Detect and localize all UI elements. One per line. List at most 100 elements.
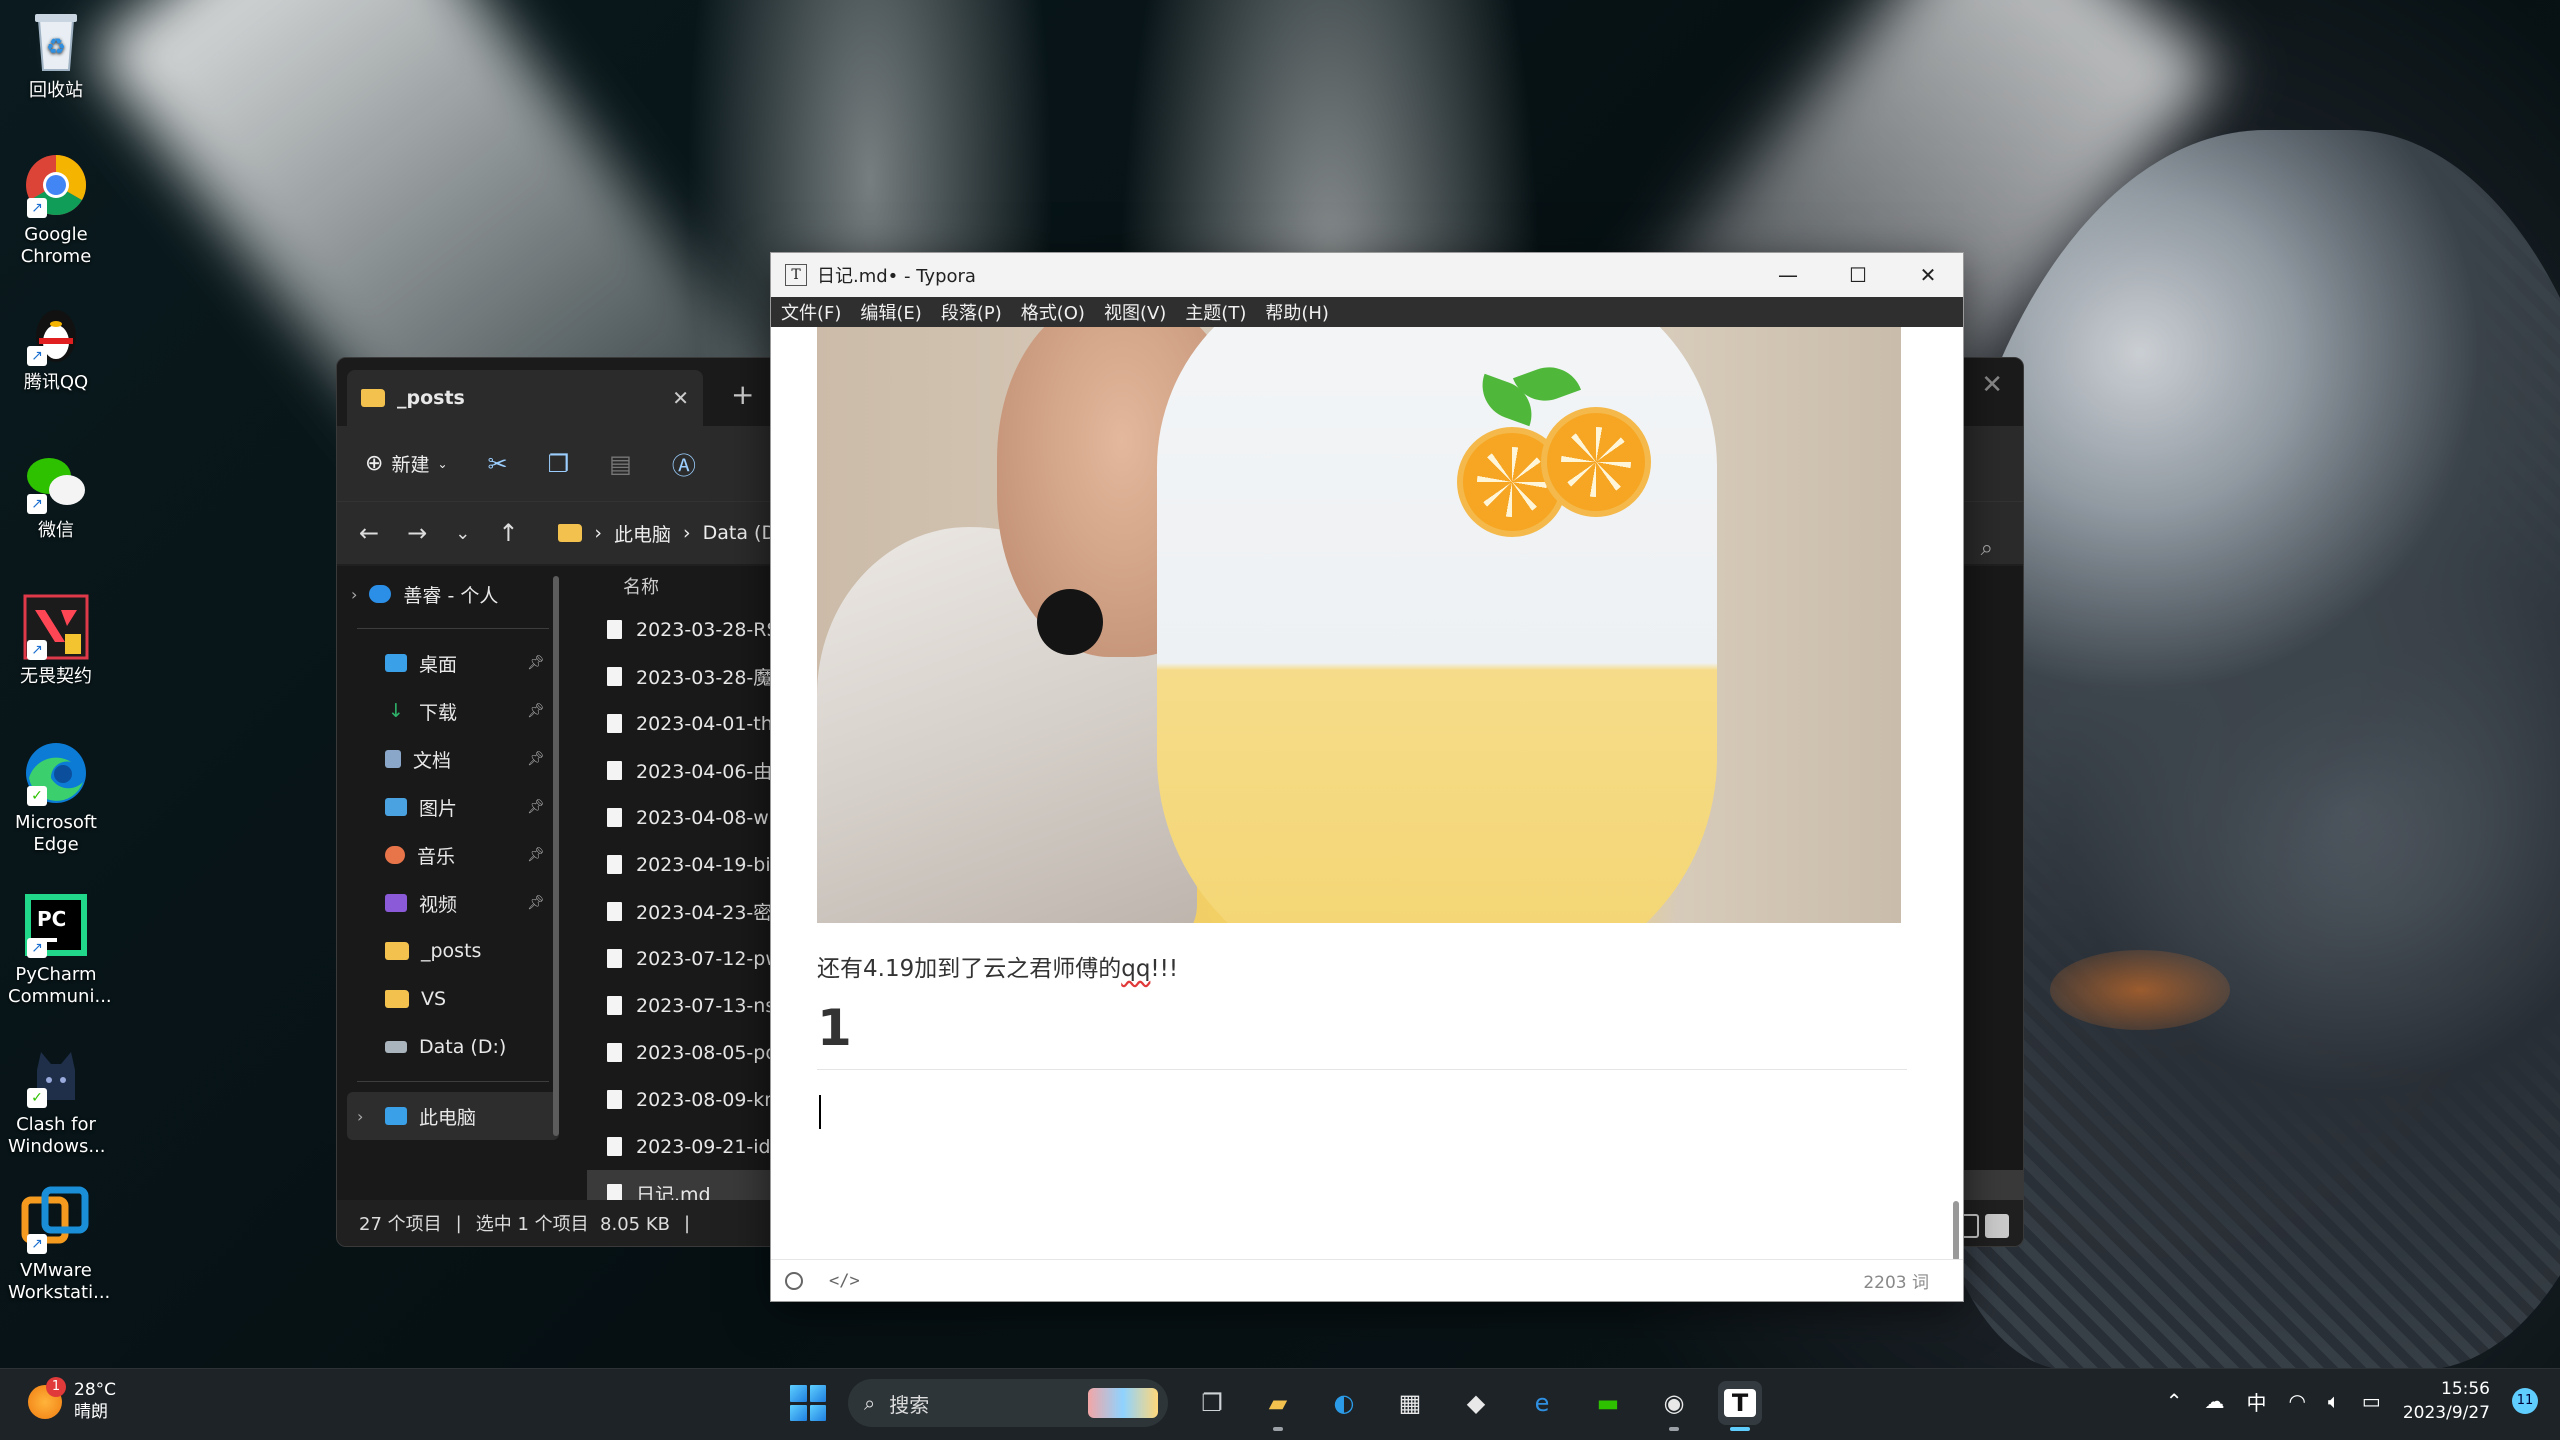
menu-view[interactable]: 视图(V) (1104, 299, 1166, 325)
nav-item-vs-folder[interactable]: VS (337, 975, 569, 1023)
nav-item-downloads[interactable]: ↓ 下载 📌︎ (337, 687, 569, 735)
weather-widget[interactable]: 1 28°C 晴朗 (28, 1377, 117, 1423)
file-explorer-taskbar-button[interactable]: ▰ (1256, 1381, 1300, 1431)
weather-temp: 28°C (74, 1380, 117, 1400)
desktop-icon-wechat[interactable]: ↗ 微信 (8, 446, 104, 542)
desktop-icon-edge[interactable]: ✓ Microsoft Edge (8, 738, 104, 856)
close-icon[interactable]: ✕ (1893, 253, 1963, 297)
file-name: 2023-08-05-po (636, 1041, 777, 1064)
nav-scrollbar[interactable] (553, 576, 559, 1136)
breadcrumb[interactable]: › 此电脑 › Data (D:) (558, 520, 790, 547)
nav-item-this-pc[interactable]: › 此电脑 (347, 1092, 559, 1140)
menu-help[interactable]: 帮助(H) (1265, 299, 1329, 325)
desktop-icon-valorant[interactable]: ↗ 无畏契约 (8, 592, 104, 688)
cut-icon[interactable]: ✂ (488, 450, 508, 478)
nav-item-posts-folder[interactable]: _posts (337, 927, 569, 975)
desktop-icon-recycle-bin[interactable]: ♻ 回收站 (8, 6, 104, 102)
rename-icon[interactable]: Ⓐ (672, 446, 696, 481)
pictures-icon (385, 798, 407, 816)
breadcrumb-separator-icon: › (683, 522, 691, 544)
nav-item-label: 此电脑 (419, 1106, 477, 1129)
pin-icon[interactable]: 📌︎ (527, 655, 545, 671)
heading-1[interactable]: 1 (817, 999, 1907, 1070)
up-arrow-icon[interactable]: ↑ (498, 519, 518, 547)
desktop-icon-vmware[interactable]: ↗ VMware Workstati... (8, 1186, 110, 1304)
edge-taskbar-button[interactable]: ◐ (1322, 1381, 1366, 1425)
markdown-file-icon (607, 808, 622, 827)
desktop-icon-chrome[interactable]: ↗ Google Chrome (8, 150, 104, 268)
clock[interactable]: 15:56 2023/9/27 (2403, 1377, 2490, 1425)
source-code-icon[interactable]: </> (829, 1271, 860, 1291)
desktop-icon-qq[interactable]: ↗ 腾讯QQ (8, 298, 104, 394)
nav-item-drive-d[interactable]: Data (D:) (337, 1023, 569, 1071)
typora-taskbar-button[interactable]: T (1718, 1381, 1762, 1431)
nav-item-documents[interactable]: 文档 📌︎ (337, 735, 569, 783)
explorer-tab[interactable]: _posts ✕ (347, 370, 703, 426)
paragraph-text: !!! (1150, 956, 1179, 982)
unity-taskbar-button[interactable]: ◆ (1454, 1381, 1498, 1425)
battery-icon[interactable]: ▭ (2362, 1389, 2381, 1413)
outline-toggle-icon[interactable] (785, 1271, 803, 1290)
onedrive-icon[interactable]: ☁ (2204, 1389, 2224, 1413)
search-icon[interactable]: ⌕ (1981, 536, 1993, 561)
nav-item-onedrive[interactable]: › 善睿 - 个人 (337, 570, 569, 618)
nav-item-videos[interactable]: 视频 📌︎ (337, 879, 569, 927)
paste-icon[interactable]: ▤ (609, 450, 632, 478)
divider (357, 628, 549, 629)
nav-item-label: 善睿 - 个人 (403, 584, 499, 607)
close-tab-icon[interactable]: ✕ (672, 386, 689, 410)
clock-date: 2023/9/27 (2402, 1403, 2490, 1423)
cloud-icon (369, 585, 392, 603)
nav-item-desktop[interactable]: 桌面 📌︎ (337, 639, 569, 687)
valorant-icon: ↗ (21, 592, 91, 662)
nav-item-pictures[interactable]: 图片 📌︎ (337, 783, 569, 831)
taskbar-search[interactable]: ⌕ 搜索 (848, 1379, 1168, 1427)
chevron-down-icon[interactable]: ⌄ (455, 523, 470, 544)
maximize-icon[interactable]: ☐ (1823, 253, 1893, 297)
ie-taskbar-button[interactable]: e (1520, 1381, 1564, 1425)
menu-file[interactable]: 文件(F) (781, 299, 841, 325)
task-view-taskbar-button[interactable]: ❐ (1190, 1381, 1234, 1425)
volume-icon[interactable]: 🔈︎ (2328, 1389, 2340, 1413)
back-arrow-icon[interactable]: ← (359, 519, 379, 547)
unity-icon: ◆ (1466, 1389, 1486, 1417)
wifi-icon[interactable]: ◠ (2288, 1389, 2305, 1413)
ime-indicator[interactable]: 中 (2246, 1387, 2266, 1416)
new-tab-icon[interactable]: + (731, 378, 754, 411)
notification-center-badge[interactable]: 11 (2512, 1388, 2538, 1414)
paragraph[interactable]: 还有4.19加到了云之君师傅的qq!!! (817, 949, 1178, 983)
window-controls: — ☐ ✕ (1753, 253, 1963, 297)
copy-icon[interactable]: ❐ (548, 450, 570, 478)
chevron-up-icon[interactable]: ⌃ (2166, 1389, 2183, 1413)
pin-icon[interactable]: 📌︎ (527, 895, 545, 911)
weather-condition: 晴朗 (74, 1402, 108, 1422)
window-close-icon[interactable]: ✕ (1981, 370, 2003, 400)
typora-editor[interactable]: 还有4.19加到了云之君师傅的qq!!! 1 (771, 327, 1963, 1259)
forward-arrow-icon[interactable]: → (407, 519, 427, 547)
pin-icon[interactable]: 📌︎ (527, 703, 545, 719)
word-count[interactable]: 2203 词 (1863, 1268, 1929, 1293)
pin-icon[interactable]: 📌︎ (527, 751, 545, 767)
breadcrumb-item[interactable]: 此电脑 (614, 520, 671, 547)
editor-scrollbar[interactable] (1953, 1201, 1959, 1261)
pin-icon[interactable]: 📌︎ (527, 799, 545, 815)
explorer-tab-title: _posts (397, 387, 465, 409)
menu-paragraph[interactable]: 段落(P) (941, 299, 1002, 325)
chrome-taskbar-button[interactable]: ◉ (1652, 1381, 1696, 1431)
tiles-view-icon[interactable] (1985, 1214, 2009, 1238)
start-button[interactable] (790, 1385, 826, 1421)
pin-icon[interactable]: 📌︎ (527, 847, 545, 863)
desktop-icon-pycharm[interactable]: PC ↗ PyCharm Communi... (8, 890, 112, 1008)
shortcut-arrow-icon: ↗ (27, 640, 47, 660)
menu-theme[interactable]: 主题(T) (1185, 299, 1246, 325)
new-item-button[interactable]: ⊕ 新建 ⌄ (365, 450, 448, 477)
menu-format[interactable]: 格式(O) (1021, 299, 1085, 325)
store-taskbar-button[interactable]: ▦ (1388, 1381, 1432, 1425)
breadcrumb-separator-icon: › (594, 522, 603, 544)
wechat-work-taskbar-button[interactable]: ▬ (1586, 1381, 1630, 1425)
desktop-icon-clash[interactable]: ✓ Clash for Windows... (8, 1040, 106, 1158)
menu-edit[interactable]: 编辑(E) (860, 299, 921, 325)
misspelled-word[interactable]: qq (1121, 956, 1150, 982)
minimize-icon[interactable]: — (1753, 253, 1823, 297)
nav-item-music[interactable]: 音乐 📌︎ (337, 831, 569, 879)
